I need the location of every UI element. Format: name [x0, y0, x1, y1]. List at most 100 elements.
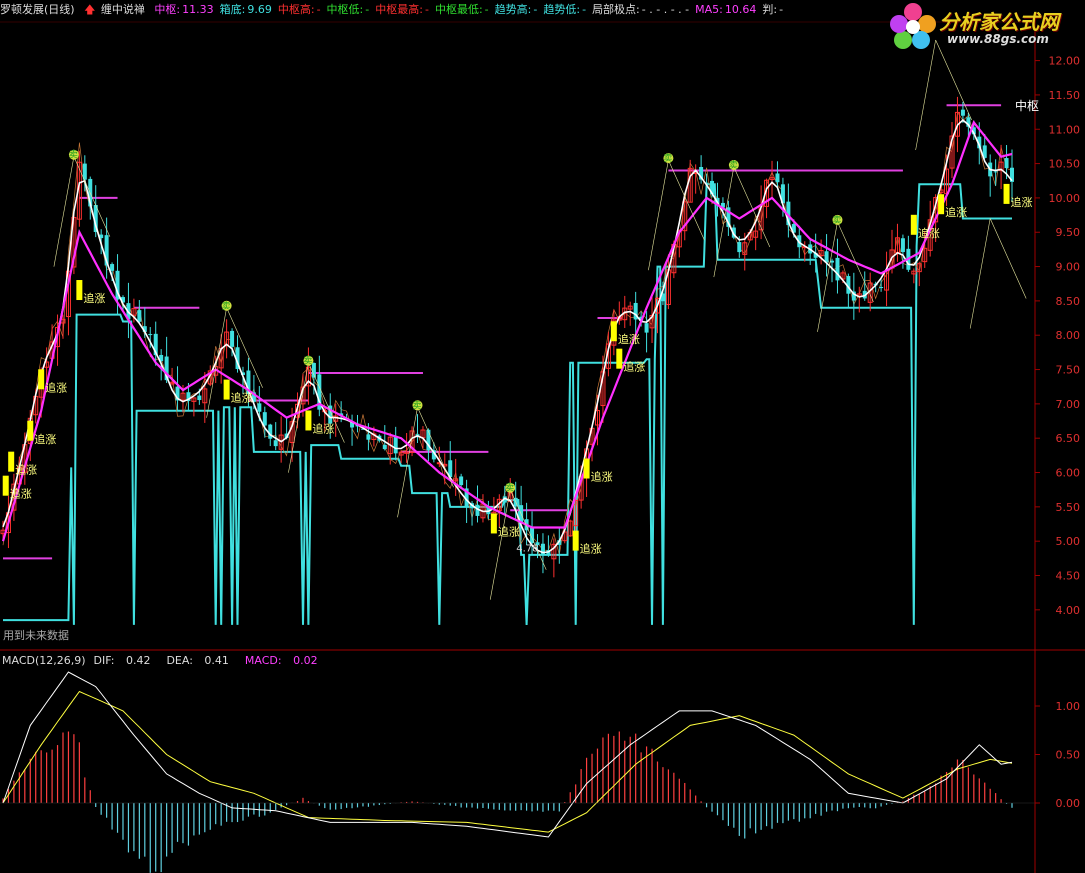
price-tick-label: 10.00: [1049, 192, 1081, 205]
rise-label: 追涨: [312, 421, 334, 435]
zs-label: 中枢: [1015, 98, 1039, 113]
header-item-2: 中枢高: -: [277, 3, 321, 16]
logo-name: 分析家公式网: [939, 10, 1059, 34]
price-tick-label: 6.50: [1056, 432, 1081, 445]
indicator-name[interactable]: 缠中说禅: [101, 2, 145, 18]
low-price-label: 4.78: [516, 543, 538, 554]
rise-block: [1003, 183, 1010, 204]
rise-label: 追涨: [945, 205, 967, 219]
price-tick-label: 5.50: [1056, 501, 1081, 514]
rise-block: [76, 280, 83, 301]
sell-marker: 卖: [663, 153, 674, 164]
price-tick-label: 11.50: [1049, 89, 1081, 102]
price-tick-label: 10.50: [1049, 158, 1081, 171]
rise-label: 追涨: [580, 542, 602, 556]
candle-down: [393, 436, 398, 454]
sell-marker: 卖: [303, 355, 314, 367]
macd-name: MACD(12,26,9): [2, 654, 86, 667]
candle-down: [197, 395, 202, 401]
peak-ray: [969, 218, 991, 329]
rise-marker: 追涨: [76, 280, 105, 305]
rise-label: 追涨: [83, 291, 105, 305]
price-tick-label: 8.00: [1056, 329, 1081, 342]
peak-ray: [817, 221, 838, 332]
candle-down: [137, 310, 142, 322]
header-item-3: 中枢低: -: [326, 3, 370, 16]
candle-down: [644, 323, 649, 333]
rise-block: [2, 475, 9, 496]
peak-ray: [837, 221, 874, 303]
sell-marker: 卖: [412, 400, 423, 411]
indicator-header: 罗顿发展(日线) 🡅 缠中说禅 中枢: 11.33 箱底: 9.69 中枢高: - 中枢低:…: [0, 2, 1035, 18]
rise-label: 追涨: [918, 226, 940, 240]
sell-marker: 卖: [832, 214, 843, 226]
macd-tick-label: 0.50: [1056, 749, 1081, 762]
candle-down: [960, 109, 965, 116]
header-item-4: 中枢最高: -: [375, 3, 429, 16]
macd-tick-label: 0.00: [1056, 797, 1081, 810]
price-tick-label: 4.50: [1056, 570, 1081, 583]
header-item-7: 趋势低: -: [543, 3, 587, 16]
peak-ray: [935, 39, 972, 121]
macd-tick-label: 1.00: [1056, 700, 1081, 713]
box-bottom-line: [3, 183, 1012, 625]
rise-marker: 追涨: [38, 369, 67, 394]
price-tick-label: 7.50: [1056, 364, 1081, 377]
rise-block: [490, 513, 497, 534]
peak-ray: [648, 160, 669, 271]
macd-histogram: [2, 731, 1013, 873]
stock-title[interactable]: 罗顿发展(日线): [0, 2, 75, 18]
rise-marker: 追涨: [616, 348, 645, 374]
peak-ray: [989, 218, 1027, 299]
rise-block: [938, 194, 945, 215]
candle-down: [148, 334, 153, 336]
sell-marker: 卖: [505, 482, 516, 494]
rise-block: [583, 458, 590, 479]
logo-url[interactable]: www.88gs.com: [947, 32, 1049, 46]
rise-block: [8, 451, 15, 472]
flower-icon: [890, 3, 936, 49]
rise-block: [910, 214, 917, 235]
future-data-note: 用到未来数据: [3, 629, 69, 642]
rise-label: 追涨: [591, 470, 613, 484]
candle-down: [879, 287, 884, 289]
site-logo: 分析家公式网 www.88gs.com: [889, 2, 1079, 50]
indicator-values: 中枢: 11.33 箱底: 9.69 中枢高: - 中枢低: - 中枢最高: - 中枢最低: - 趋势高…: [154, 2, 789, 18]
rise-marker: 追涨: [938, 194, 967, 219]
price-tick-label: 9.50: [1056, 226, 1081, 239]
rise-label: 追涨: [1011, 195, 1033, 209]
sell-label: 卖: [505, 483, 514, 494]
candle-down: [835, 257, 840, 281]
header-item-5: 中枢最低: -: [434, 3, 489, 16]
up-arrow-icon: 🡅: [84, 3, 96, 16]
candle-down: [900, 238, 905, 253]
chart-canvas[interactable]: 4.00 4.50 5.00 5.50 6.00 6.50 7.00 7.50 8.00 8.50…: [0, 0, 1085, 873]
candle-down: [775, 173, 780, 183]
dif-value: 0.42: [125, 654, 151, 667]
dea-line: [2, 690, 1013, 833]
dea-label: DEA: 0.41: [166, 654, 229, 667]
candle-down: [366, 434, 371, 440]
header-item-6: 趋势高: -: [494, 3, 538, 16]
price-tick-label: 8.50: [1056, 295, 1081, 308]
rise-block: [616, 348, 623, 369]
candle-down: [110, 264, 115, 271]
sell-label: 卖: [832, 215, 841, 226]
price-tick-label: 11.00: [1049, 123, 1081, 136]
macd-header: MACD(12,26,9) DIF: 0.42 DEA: 0.41 MACD: 0.0…: [2, 654, 334, 667]
rise-marker: 追涨: [583, 458, 613, 484]
rise-label: 追涨: [45, 380, 67, 394]
price-tick-label: 7.00: [1056, 398, 1081, 411]
header-item-10: 判: -: [762, 3, 784, 16]
rise-label: 追涨: [498, 524, 520, 538]
macd-label: MACD: 0.02: [244, 654, 318, 667]
rise-label: 追涨: [15, 463, 37, 477]
peak-ray: [915, 39, 936, 151]
rise-label: 追涨: [34, 432, 56, 446]
header-item-9: MA5: 10.64: [695, 3, 757, 16]
peak-ray: [53, 156, 75, 267]
sell-label: 卖: [663, 153, 672, 164]
sell-label: 卖: [69, 150, 78, 161]
price-tick-label: 6.00: [1056, 467, 1081, 480]
header-item-1: 箱底: 9.69: [219, 3, 272, 16]
